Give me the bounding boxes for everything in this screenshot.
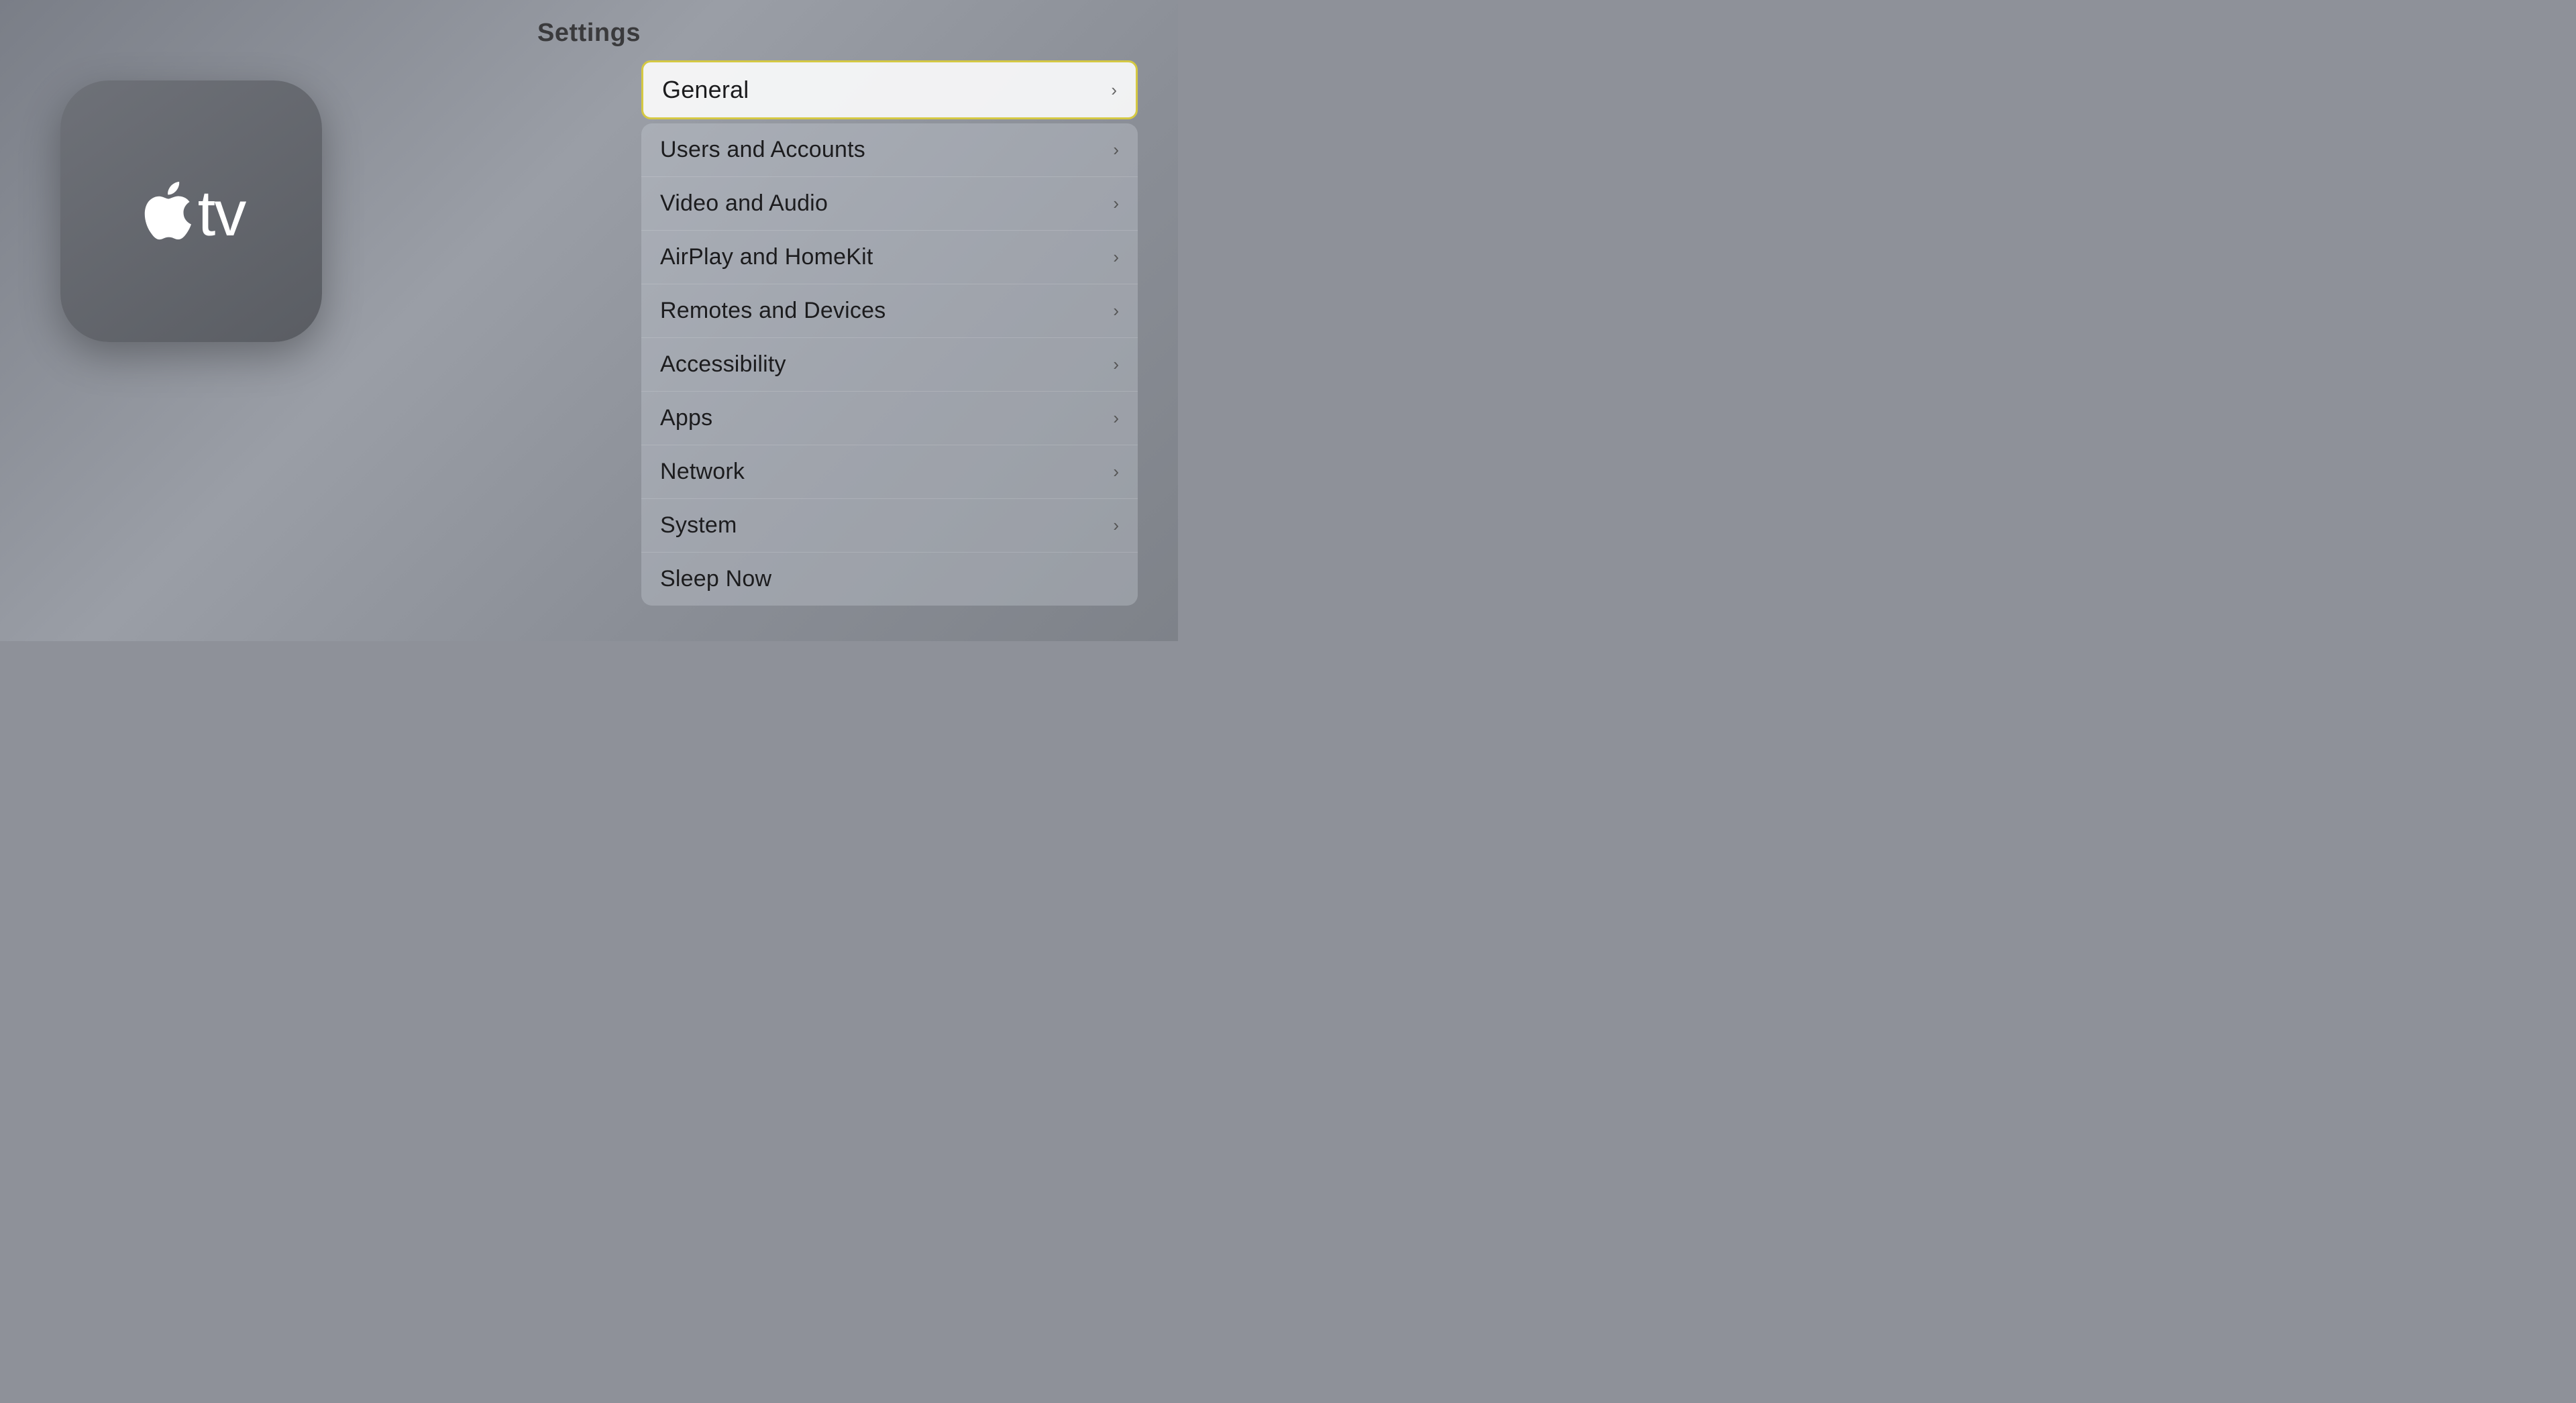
menu-item-users-and-accounts[interactable]: Users and Accounts › [641, 123, 1138, 177]
menu-label-sleep-now: Sleep Now [660, 566, 771, 592]
settings-menu: General › Users and Accounts › Video and… [641, 60, 1138, 606]
menu-label-network: Network [660, 459, 745, 485]
chevron-icon-airplay-and-homekit: › [1113, 247, 1119, 268]
chevron-icon-apps: › [1113, 408, 1119, 429]
menu-item-sleep-now[interactable]: Sleep Now [641, 553, 1138, 606]
tv-text: tv [198, 177, 246, 251]
menu-label-airplay-and-homekit: AirPlay and HomeKit [660, 244, 873, 270]
chevron-icon-system: › [1113, 515, 1119, 536]
menu-label-accessibility: Accessibility [660, 351, 786, 378]
menu-label-apps: Apps [660, 405, 712, 431]
logo-inner: tv [138, 172, 246, 251]
menu-item-system[interactable]: System › [641, 499, 1138, 553]
menu-item-video-and-audio[interactable]: Video and Audio › [641, 177, 1138, 231]
chevron-icon-remotes-and-devices: › [1113, 300, 1119, 321]
menu-label-video-and-audio: Video and Audio [660, 190, 828, 217]
chevron-icon-video-and-audio: › [1113, 193, 1119, 214]
apple-tv-logo: tv [60, 80, 322, 342]
menu-item-apps[interactable]: Apps › [641, 392, 1138, 445]
page-title: Settings [537, 19, 641, 48]
menu-item-general[interactable]: General › [641, 60, 1138, 119]
menu-item-remotes-and-devices[interactable]: Remotes and Devices › [641, 284, 1138, 338]
chevron-icon-network: › [1113, 461, 1119, 482]
menu-label-system: System [660, 512, 737, 539]
menu-item-airplay-and-homekit[interactable]: AirPlay and HomeKit › [641, 231, 1138, 284]
menu-item-accessibility[interactable]: Accessibility › [641, 338, 1138, 392]
menu-label-remotes-and-devices: Remotes and Devices [660, 298, 885, 324]
chevron-icon-accessibility: › [1113, 354, 1119, 375]
menu-label-general: General [662, 76, 749, 104]
menu-item-network[interactable]: Network › [641, 445, 1138, 499]
chevron-icon-users-and-accounts: › [1113, 139, 1119, 160]
chevron-icon-general: › [1111, 80, 1117, 101]
menu-label-users-and-accounts: Users and Accounts [660, 137, 865, 163]
menu-items-group: Users and Accounts › Video and Audio › A… [641, 123, 1138, 606]
apple-icon [138, 179, 191, 243]
